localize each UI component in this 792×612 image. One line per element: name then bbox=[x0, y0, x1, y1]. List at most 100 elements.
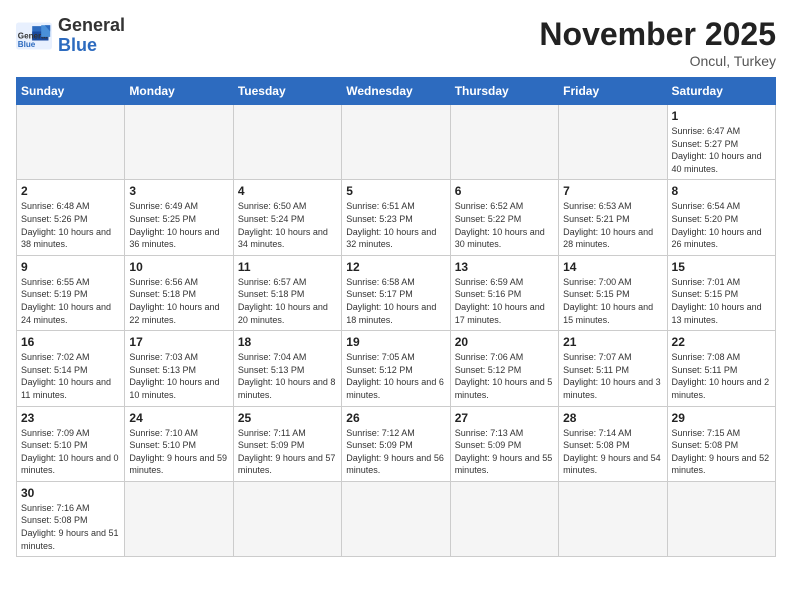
logo-blue: Blue bbox=[58, 36, 125, 56]
day-info: Sunrise: 6:54 AMSunset: 5:20 PMDaylight:… bbox=[672, 200, 771, 250]
day-number: 8 bbox=[672, 184, 771, 198]
day-info: Sunrise: 7:01 AMSunset: 5:15 PMDaylight:… bbox=[672, 276, 771, 326]
calendar-day bbox=[559, 105, 667, 180]
day-number: 17 bbox=[129, 335, 228, 349]
calendar-day: 24Sunrise: 7:10 AMSunset: 5:10 PMDayligh… bbox=[125, 406, 233, 481]
calendar-week-row: 23Sunrise: 7:09 AMSunset: 5:10 PMDayligh… bbox=[17, 406, 776, 481]
calendar-day: 6 Sunrise: 6:52 AMSunset: 5:22 PMDaylight… bbox=[450, 180, 558, 255]
day-number: 3 bbox=[129, 184, 228, 198]
day-number: 4 bbox=[238, 184, 337, 198]
day-info: Sunrise: 7:16 AMSunset: 5:08 PMDaylight:… bbox=[21, 502, 120, 552]
day-number: 10 bbox=[129, 260, 228, 274]
day-number: 26 bbox=[346, 411, 445, 425]
day-info: Sunrise: 6:48 AMSunset: 5:26 PMDaylight:… bbox=[21, 200, 120, 250]
calendar-day: 21 Sunrise: 7:07 AMSunset: 5:11 PMDayligh… bbox=[559, 331, 667, 406]
day-number: 20 bbox=[455, 335, 554, 349]
day-info: Sunrise: 7:03 AMSunset: 5:13 PMDaylight:… bbox=[129, 351, 228, 401]
calendar-day: 10 Sunrise: 6:56 AMSunset: 5:18 PMDayligh… bbox=[125, 255, 233, 330]
day-number: 9 bbox=[21, 260, 120, 274]
calendar-day: 26 Sunrise: 7:12 AMSunset: 5:09 PMDayligh… bbox=[342, 406, 450, 481]
day-info: Sunrise: 6:55 AMSunset: 5:19 PMDaylight:… bbox=[21, 276, 120, 326]
weekday-thursday: Thursday bbox=[450, 78, 558, 105]
day-info: Sunrise: 7:06 AMSunset: 5:12 PMDaylight:… bbox=[455, 351, 554, 401]
day-number: 30 bbox=[21, 486, 120, 500]
calendar-day: 27 Sunrise: 7:13 AMSunset: 5:09 PMDayligh… bbox=[450, 406, 558, 481]
calendar-day: 22Sunrise: 7:08 AMSunset: 5:11 PMDayligh… bbox=[667, 331, 775, 406]
calendar-day: 14 Sunrise: 7:00 AMSunset: 5:15 PMDayligh… bbox=[559, 255, 667, 330]
day-number: 13 bbox=[455, 260, 554, 274]
day-number: 6 bbox=[455, 184, 554, 198]
calendar-day: 18Sunrise: 7:04 AMSunset: 5:13 PMDayligh… bbox=[233, 331, 341, 406]
month-year: November 2025 bbox=[539, 16, 776, 53]
day-number: 25 bbox=[238, 411, 337, 425]
day-number: 5 bbox=[346, 184, 445, 198]
day-info: Sunrise: 7:11 AMSunset: 5:09 PMDaylight:… bbox=[238, 427, 337, 477]
calendar-day: 7Sunrise: 6:53 AMSunset: 5:21 PMDaylight… bbox=[559, 180, 667, 255]
day-info: Sunrise: 6:47 AMSunset: 5:27 PMDaylight:… bbox=[672, 125, 771, 175]
day-number: 22 bbox=[672, 335, 771, 349]
title-area: November 2025 Oncul, Turkey bbox=[539, 16, 776, 69]
calendar-day: 1Sunrise: 6:47 AMSunset: 5:27 PMDaylight… bbox=[667, 105, 775, 180]
day-info: Sunrise: 7:12 AMSunset: 5:09 PMDaylight:… bbox=[346, 427, 445, 477]
weekday-friday: Friday bbox=[559, 78, 667, 105]
calendar-day: 2Sunrise: 6:48 AMSunset: 5:26 PMDaylight… bbox=[17, 180, 125, 255]
calendar-day: 15 Sunrise: 7:01 AMSunset: 5:15 PMDayligh… bbox=[667, 255, 775, 330]
day-number: 11 bbox=[238, 260, 337, 274]
weekday-monday: Monday bbox=[125, 78, 233, 105]
day-number: 12 bbox=[346, 260, 445, 274]
day-info: Sunrise: 7:13 AMSunset: 5:09 PMDaylight:… bbox=[455, 427, 554, 477]
day-info: Sunrise: 6:52 AMSunset: 5:22 PMDaylight:… bbox=[455, 200, 554, 250]
day-info: Sunrise: 6:50 AMSunset: 5:24 PMDaylight:… bbox=[238, 200, 337, 250]
calendar-day: 4 Sunrise: 6:50 AMSunset: 5:24 PMDaylight… bbox=[233, 180, 341, 255]
calendar-day: 9 Sunrise: 6:55 AMSunset: 5:19 PMDaylight… bbox=[17, 255, 125, 330]
day-number: 15 bbox=[672, 260, 771, 274]
svg-text:Blue: Blue bbox=[18, 40, 36, 49]
calendar-day bbox=[342, 105, 450, 180]
day-info: Sunrise: 7:05 AMSunset: 5:12 PMDaylight:… bbox=[346, 351, 445, 401]
calendar-day: 29Sunrise: 7:15 AMSunset: 5:08 PMDayligh… bbox=[667, 406, 775, 481]
weekday-sunday: Sunday bbox=[17, 78, 125, 105]
weekday-header-row: SundayMondayTuesdayWednesdayThursdayFrid… bbox=[17, 78, 776, 105]
calendar-day: 13 Sunrise: 6:59 AMSunset: 5:16 PMDayligh… bbox=[450, 255, 558, 330]
day-info: Sunrise: 6:53 AMSunset: 5:21 PMDaylight:… bbox=[563, 200, 662, 250]
location: Oncul, Turkey bbox=[539, 53, 776, 69]
calendar-day bbox=[450, 105, 558, 180]
calendar-day bbox=[450, 481, 558, 556]
calendar-day: 5Sunrise: 6:51 AMSunset: 5:23 PMDaylight… bbox=[342, 180, 450, 255]
logo-general: General bbox=[58, 16, 125, 36]
day-number: 14 bbox=[563, 260, 662, 274]
logo: General Blue General Blue bbox=[16, 16, 125, 56]
day-info: Sunrise: 7:07 AMSunset: 5:11 PMDaylight:… bbox=[563, 351, 662, 401]
day-number: 29 bbox=[672, 411, 771, 425]
calendar-day: 12 Sunrise: 6:58 AMSunset: 5:17 PMDayligh… bbox=[342, 255, 450, 330]
calendar: SundayMondayTuesdayWednesdayThursdayFrid… bbox=[16, 77, 776, 557]
calendar-week-row: 2Sunrise: 6:48 AMSunset: 5:26 PMDaylight… bbox=[17, 180, 776, 255]
day-info: Sunrise: 7:00 AMSunset: 5:15 PMDaylight:… bbox=[563, 276, 662, 326]
day-number: 27 bbox=[455, 411, 554, 425]
calendar-day: 11 Sunrise: 6:57 AMSunset: 5:18 PMDayligh… bbox=[233, 255, 341, 330]
day-info: Sunrise: 6:57 AMSunset: 5:18 PMDaylight:… bbox=[238, 276, 337, 326]
header: General Blue General Blue November 2025 … bbox=[16, 16, 776, 69]
day-info: Sunrise: 6:59 AMSunset: 5:16 PMDaylight:… bbox=[455, 276, 554, 326]
calendar-day: 3 Sunrise: 6:49 AMSunset: 5:25 PMDaylight… bbox=[125, 180, 233, 255]
day-number: 23 bbox=[21, 411, 120, 425]
calendar-day: 20 Sunrise: 7:06 AMSunset: 5:12 PMDayligh… bbox=[450, 331, 558, 406]
calendar-week-row: 30 Sunrise: 7:16 AMSunset: 5:08 PMDayligh… bbox=[17, 481, 776, 556]
weekday-saturday: Saturday bbox=[667, 78, 775, 105]
calendar-day bbox=[559, 481, 667, 556]
calendar-day: 23Sunrise: 7:09 AMSunset: 5:10 PMDayligh… bbox=[17, 406, 125, 481]
weekday-tuesday: Tuesday bbox=[233, 78, 341, 105]
day-info: Sunrise: 6:56 AMSunset: 5:18 PMDaylight:… bbox=[129, 276, 228, 326]
calendar-week-row: 9 Sunrise: 6:55 AMSunset: 5:19 PMDaylight… bbox=[17, 255, 776, 330]
day-number: 16 bbox=[21, 335, 120, 349]
calendar-day bbox=[17, 105, 125, 180]
calendar-day bbox=[233, 481, 341, 556]
logo-text: General Blue bbox=[58, 16, 125, 56]
day-info: Sunrise: 6:58 AMSunset: 5:17 PMDaylight:… bbox=[346, 276, 445, 326]
day-number: 21 bbox=[563, 335, 662, 349]
calendar-day: 17 Sunrise: 7:03 AMSunset: 5:13 PMDayligh… bbox=[125, 331, 233, 406]
day-info: Sunrise: 6:49 AMSunset: 5:25 PMDaylight:… bbox=[129, 200, 228, 250]
calendar-day bbox=[125, 481, 233, 556]
day-number: 24 bbox=[129, 411, 228, 425]
weekday-wednesday: Wednesday bbox=[342, 78, 450, 105]
